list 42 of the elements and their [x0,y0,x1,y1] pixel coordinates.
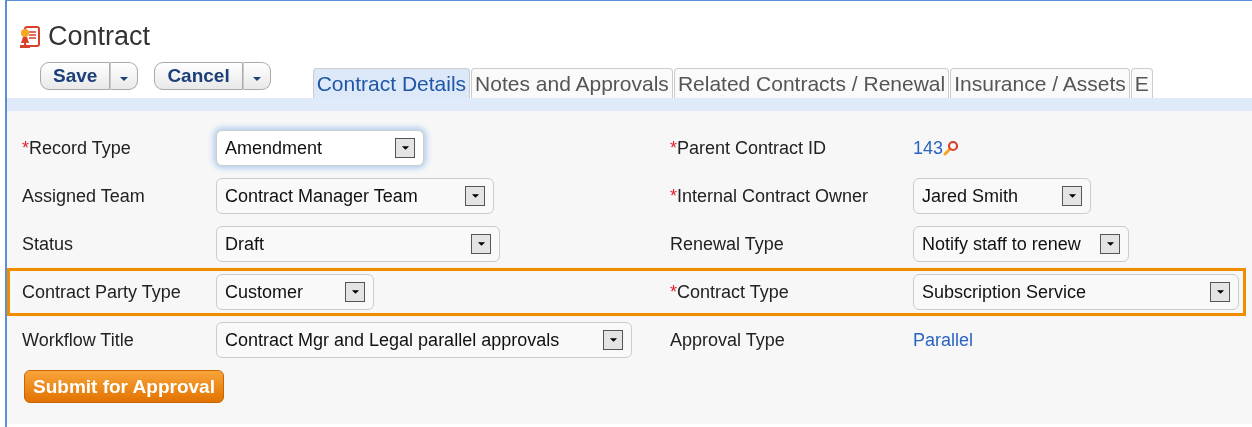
tab[interactable]: Contract Details [312,68,471,98]
caret-icon [350,289,360,295]
caret-icon [1105,241,1115,247]
caret-icon [1067,193,1077,199]
field-label: Contract Party Type [22,281,182,303]
tab[interactable]: E [1130,68,1153,98]
field-label: Status [22,233,75,255]
select-field[interactable]: Draft [216,226,500,262]
field-label: *Contract Type [670,281,790,303]
tab[interactable]: Related Contracts / Renewal [673,68,950,98]
field-label: Workflow Title [22,329,135,351]
field-label: *Internal Contract Owner [670,185,870,207]
caret-icon [1215,289,1225,295]
caret-icon [400,145,410,151]
dropdown-button[interactable] [110,62,139,90]
caret-icon [119,76,130,82]
field-label: *Record Type [22,137,132,159]
search-icon[interactable] [943,140,960,156]
field-label: Approval Type [670,329,786,351]
select-field[interactable]: Contract Mgr and Legal parallel approvals [216,322,632,358]
caret-icon [470,193,480,199]
action-button[interactable]: Save [40,62,111,90]
caret-icon [251,76,262,82]
dropdown-button[interactable] [242,62,271,90]
select-field[interactable]: Amendment [216,130,424,166]
caret-icon [608,337,618,343]
select-field[interactable]: Subscription Service [913,274,1239,310]
field-label: *Parent Contract ID [670,137,828,159]
caret-icon [476,241,486,247]
tab[interactable]: Notes and Approvals [471,68,673,98]
contract-icon [18,24,42,49]
action-button[interactable]: Cancel [154,62,243,90]
select-field[interactable]: Notify staff to renew [913,226,1129,262]
contract-link[interactable]: 143 [913,137,944,159]
tab[interactable]: Insurance / Assets [950,68,1130,98]
page-title: Contract [48,21,151,52]
select-field[interactable]: Jared Smith [913,178,1091,214]
value-link[interactable]: Parallel [913,329,974,351]
field-label: Renewal Type [670,233,785,255]
select-field[interactable]: Contract Manager Team [216,178,494,214]
select-field[interactable]: Customer [216,274,374,310]
field-label: Assigned Team [22,185,146,207]
